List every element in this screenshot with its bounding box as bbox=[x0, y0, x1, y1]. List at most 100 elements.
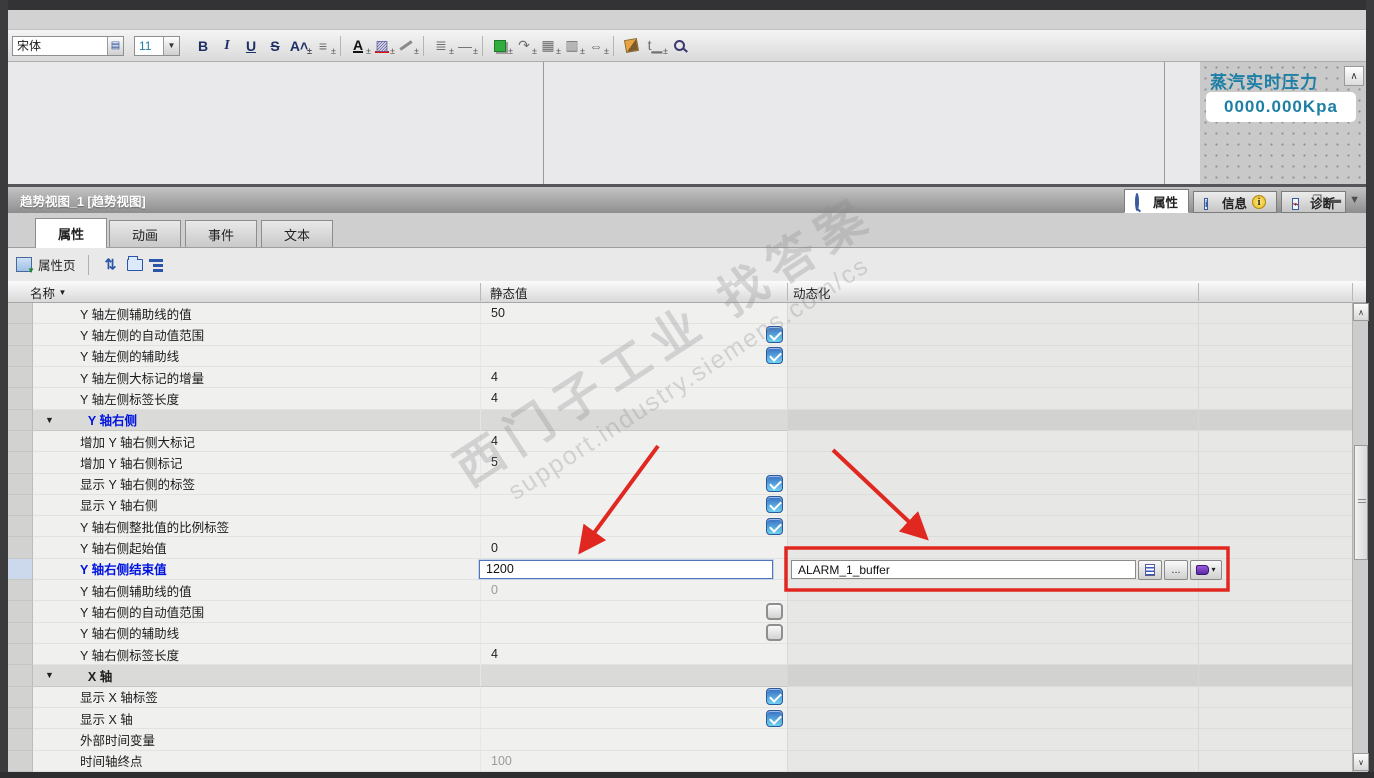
same-size-icon[interactable]: ⇔ bbox=[585, 34, 609, 58]
property-name-cell[interactable]: Y 轴左侧的辅助线 bbox=[33, 345, 480, 367]
canvas-scroll-up-button[interactable]: ∧ bbox=[1344, 66, 1364, 86]
static-value-cell[interactable]: 0 bbox=[480, 537, 787, 559]
dynamization-cell[interactable] bbox=[787, 452, 1198, 474]
table-row[interactable]: Y 轴右侧起始值 0 bbox=[8, 537, 1352, 559]
zoom-select-icon[interactable] bbox=[668, 34, 690, 58]
justify-icon[interactable]: ≡ bbox=[312, 34, 336, 58]
property-name-cell[interactable]: Y 轴右侧的辅助线 bbox=[33, 622, 480, 644]
dynamization-cell[interactable] bbox=[787, 601, 1198, 623]
static-value-cell[interactable] bbox=[480, 345, 787, 367]
property-name-cell[interactable]: Y 轴左侧辅助线的值 bbox=[33, 303, 480, 325]
dynamization-cell[interactable] bbox=[787, 409, 1198, 431]
checkbox-checked[interactable] bbox=[766, 688, 783, 706]
browse-button[interactable]: ... bbox=[1164, 559, 1188, 580]
property-name-cell[interactable]: 显示 Y 轴右侧 bbox=[33, 494, 480, 517]
checkbox-checked[interactable] bbox=[766, 517, 783, 535]
property-name-cell[interactable]: Y 轴左侧的自动值范围 bbox=[33, 324, 480, 346]
property-name-cell[interactable]: 增加 Y 轴右侧标记 bbox=[33, 452, 480, 474]
table-row[interactable]: 显示 Y 轴右侧 bbox=[8, 494, 1352, 517]
screen-editor-canvas[interactable]: 蒸汽实时压力 0000.000Kpa ∧ bbox=[8, 62, 1366, 184]
static-value-cell[interactable] bbox=[480, 665, 787, 687]
table-row[interactable]: Y 轴左侧辅助线的值 50 bbox=[8, 303, 1352, 325]
dynamization-cell[interactable] bbox=[787, 580, 1198, 602]
table-row[interactable]: Y 轴右侧结束值 1200 ALARM_1_buffer... ▾ bbox=[8, 558, 1352, 581]
property-name-cell[interactable]: ▼ Y 轴右侧 bbox=[33, 409, 480, 431]
tab-order-icon[interactable]: t▁ bbox=[644, 34, 668, 58]
vertical-scrollbar[interactable]: ∧ ∨ bbox=[1352, 303, 1369, 772]
highlight-color-icon[interactable]: ▨ bbox=[371, 34, 395, 58]
static-value-cell[interactable]: 50 bbox=[480, 303, 787, 325]
property-name-cell[interactable]: Y 轴左侧标签长度 bbox=[33, 388, 480, 410]
static-value-cell[interactable]: 4 bbox=[480, 644, 787, 666]
table-row[interactable]: 显示 X 轴 bbox=[8, 707, 1352, 730]
property-name-cell[interactable]: Y 轴右侧结束值 bbox=[33, 558, 480, 581]
dynamization-cell[interactable] bbox=[787, 345, 1198, 367]
checkbox-checked[interactable] bbox=[766, 496, 783, 514]
property-name-cell[interactable]: Y 轴右侧标签长度 bbox=[33, 644, 480, 666]
tag-name-input[interactable]: ALARM_1_buffer bbox=[791, 560, 1136, 580]
tab-events[interactable]: 事件 bbox=[185, 220, 257, 247]
property-name-cell[interactable]: 显示 X 轴标签 bbox=[33, 686, 480, 708]
collapse-triangle-icon[interactable]: ▼ bbox=[45, 670, 54, 680]
dynamization-cell[interactable]: ALARM_1_buffer... ▾ bbox=[787, 558, 1222, 581]
static-value-cell[interactable] bbox=[480, 686, 787, 708]
font-size-combo[interactable]: 11 ▼ bbox=[134, 35, 180, 56]
collapse-panel-icon[interactable]: ▬ bbox=[1330, 193, 1341, 207]
static-value-cell[interactable] bbox=[480, 324, 787, 346]
font-size-inc-icon[interactable]: A˄ bbox=[288, 34, 312, 58]
line-weight-icon[interactable]: — bbox=[454, 34, 478, 58]
property-name-cell[interactable]: Y 轴右侧辅助线的值 bbox=[33, 580, 480, 602]
table-row[interactable]: Y 轴右侧标签长度 4 bbox=[8, 644, 1352, 666]
dynamization-cell[interactable] bbox=[787, 644, 1198, 666]
dynamization-cell[interactable] bbox=[787, 324, 1198, 346]
dynamization-cell[interactable] bbox=[787, 665, 1198, 687]
property-name-cell[interactable]: Y 轴右侧整批值的比例标签 bbox=[33, 516, 480, 538]
dynamization-cell[interactable] bbox=[787, 473, 1198, 495]
table-row[interactable]: Y 轴右侧的自动值范围 bbox=[8, 601, 1352, 623]
brush-icon[interactable] bbox=[620, 34, 642, 58]
italic-icon[interactable]: I bbox=[216, 34, 238, 58]
dynamization-cell[interactable] bbox=[787, 494, 1198, 517]
property-name-cell[interactable]: Y 轴右侧的自动值范围 bbox=[33, 601, 480, 623]
sort-icon[interactable]: ⇅ bbox=[101, 256, 121, 273]
tree-view-icon[interactable] bbox=[148, 258, 165, 272]
table-row[interactable]: Y 轴右侧的辅助线 bbox=[8, 622, 1352, 644]
static-value-cell[interactable]: 4 bbox=[480, 430, 787, 453]
checkbox-unchecked[interactable] bbox=[766, 603, 783, 621]
table-row[interactable]: ▼ X 轴 bbox=[8, 665, 1352, 687]
checkbox-checked[interactable] bbox=[766, 475, 783, 493]
folder-icon[interactable] bbox=[126, 255, 143, 271]
table-row[interactable]: Y 轴左侧标签长度 4 bbox=[8, 388, 1352, 410]
table-row[interactable]: 增加 Y 轴右侧标记 5 bbox=[8, 452, 1352, 474]
tab-info[interactable]: i 信息 i bbox=[1192, 191, 1277, 213]
table-row[interactable]: 增加 Y 轴右侧大标记 4 bbox=[8, 430, 1352, 453]
static-value-input[interactable]: 1200 bbox=[479, 559, 773, 579]
pen-color-icon[interactable] bbox=[395, 34, 419, 58]
header-static-value[interactable]: 静态值 bbox=[490, 281, 528, 303]
property-name-cell[interactable]: 显示 Y 轴右侧的标签 bbox=[33, 473, 480, 495]
static-value-cell[interactable]: 0 bbox=[480, 580, 787, 602]
dynamization-cell[interactable] bbox=[787, 750, 1198, 772]
static-value-cell[interactable]: 4 bbox=[480, 388, 787, 410]
tab-properties[interactable]: 属性 bbox=[1123, 189, 1189, 213]
dynamization-cell[interactable] bbox=[787, 516, 1198, 538]
static-value-cell[interactable] bbox=[480, 494, 787, 517]
static-value-cell[interactable] bbox=[480, 707, 787, 730]
static-value-cell[interactable] bbox=[480, 516, 787, 538]
scrollbar-thumb[interactable] bbox=[1354, 445, 1368, 560]
property-page-label[interactable]: 属性页 bbox=[38, 255, 76, 274]
checkbox-checked[interactable] bbox=[766, 325, 783, 343]
dynamization-cell[interactable] bbox=[787, 366, 1198, 389]
steam-pressure-label[interactable]: 蒸汽实时压力 bbox=[1210, 68, 1318, 93]
static-value-cell[interactable] bbox=[480, 729, 787, 751]
table-row[interactable]: Y 轴右侧辅助线的值 0 bbox=[8, 580, 1352, 602]
font-name-combo[interactable]: 宋体 ▤ bbox=[12, 35, 124, 56]
property-name-cell[interactable]: Y 轴左侧大标记的增量 bbox=[33, 366, 480, 389]
table-row[interactable]: 显示 Y 轴右侧的标签 bbox=[8, 473, 1352, 495]
static-value-cell[interactable]: 1200 bbox=[479, 558, 787, 581]
header-dynamization[interactable]: 动态化 bbox=[793, 281, 831, 303]
property-name-cell[interactable]: 外部时间变量 bbox=[33, 729, 480, 751]
property-name-cell[interactable]: 时间轴终点 bbox=[33, 750, 480, 772]
font-color-icon[interactable]: A bbox=[347, 34, 371, 58]
dynamization-cell[interactable] bbox=[787, 729, 1198, 751]
